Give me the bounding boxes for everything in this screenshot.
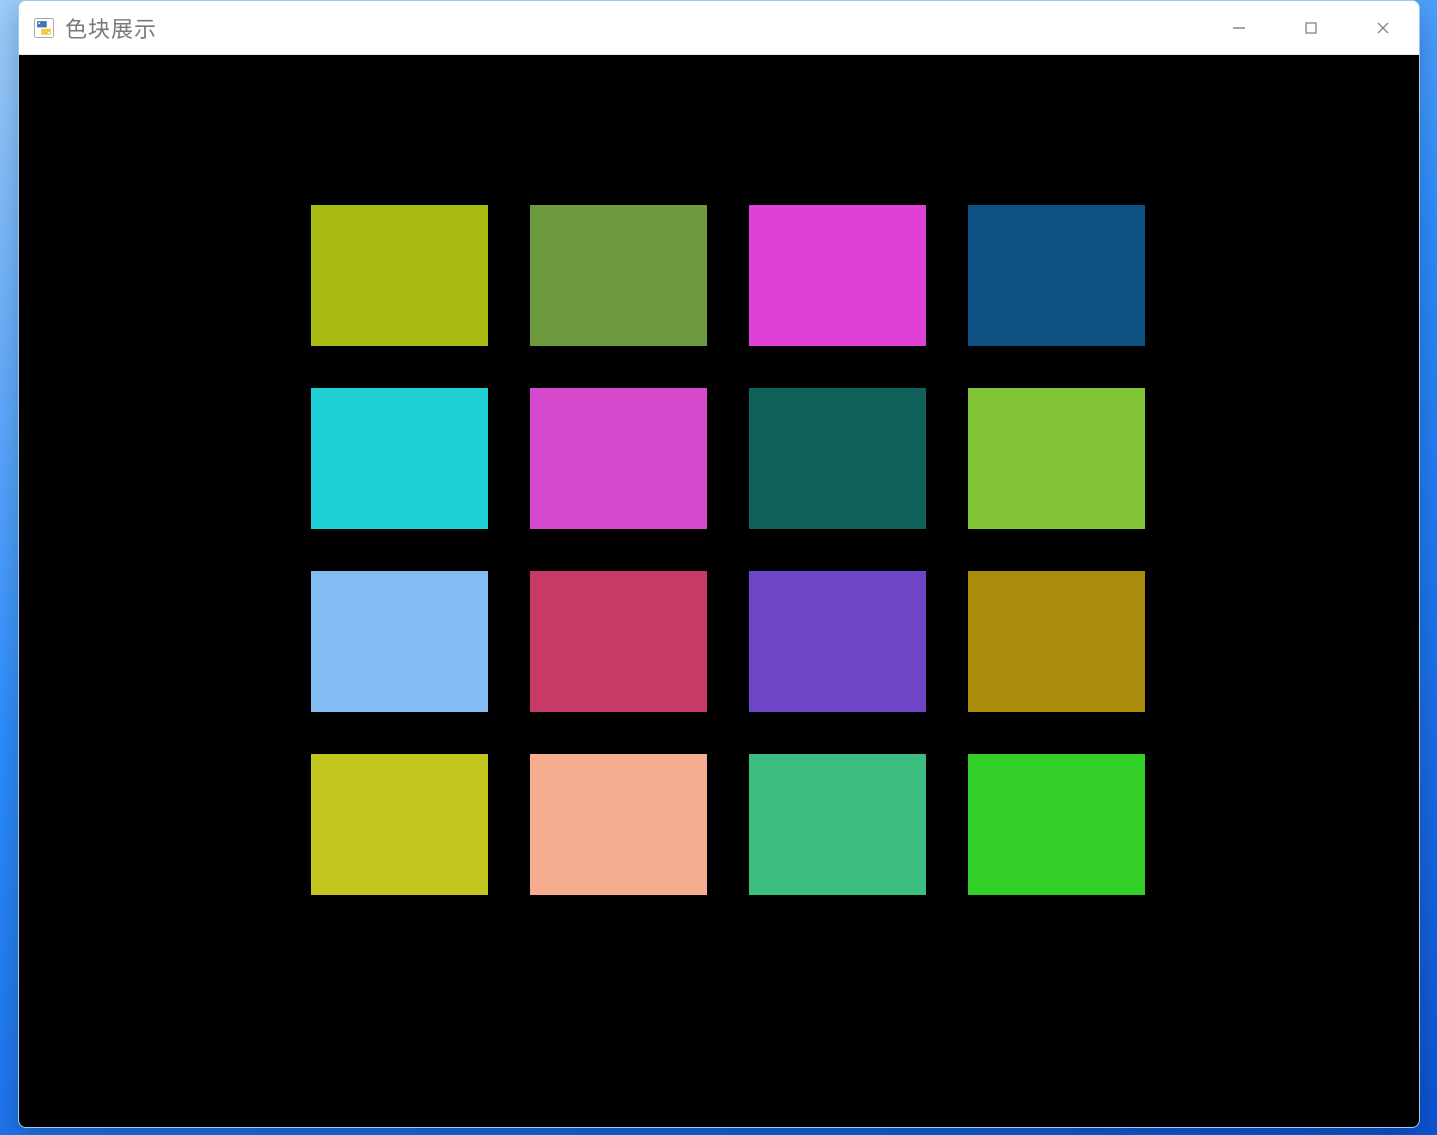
color-swatch-2 <box>749 205 926 346</box>
color-swatch-8 <box>311 571 488 712</box>
color-swatch-5 <box>530 388 707 529</box>
app-window: 色块展示 <box>18 0 1420 1128</box>
color-swatch-10 <box>749 571 926 712</box>
color-swatch-9 <box>530 571 707 712</box>
color-swatch-7 <box>968 388 1145 529</box>
python-app-icon <box>33 17 55 39</box>
color-swatch-1 <box>530 205 707 346</box>
color-swatch-6 <box>749 388 926 529</box>
close-button[interactable] <box>1347 1 1419 54</box>
color-swatch-4 <box>311 388 488 529</box>
color-swatch-15 <box>968 754 1145 895</box>
minimize-button[interactable] <box>1203 1 1275 54</box>
color-swatch-grid <box>311 205 1145 895</box>
color-swatch-13 <box>530 754 707 895</box>
window-controls <box>1203 1 1419 54</box>
titlebar[interactable]: 色块展示 <box>19 1 1419 55</box>
canvas-area <box>19 55 1419 1127</box>
color-swatch-14 <box>749 754 926 895</box>
window-title: 色块展示 <box>65 12 157 44</box>
color-swatch-0 <box>311 205 488 346</box>
color-swatch-11 <box>968 571 1145 712</box>
maximize-button[interactable] <box>1275 1 1347 54</box>
color-swatch-3 <box>968 205 1145 346</box>
color-swatch-12 <box>311 754 488 895</box>
